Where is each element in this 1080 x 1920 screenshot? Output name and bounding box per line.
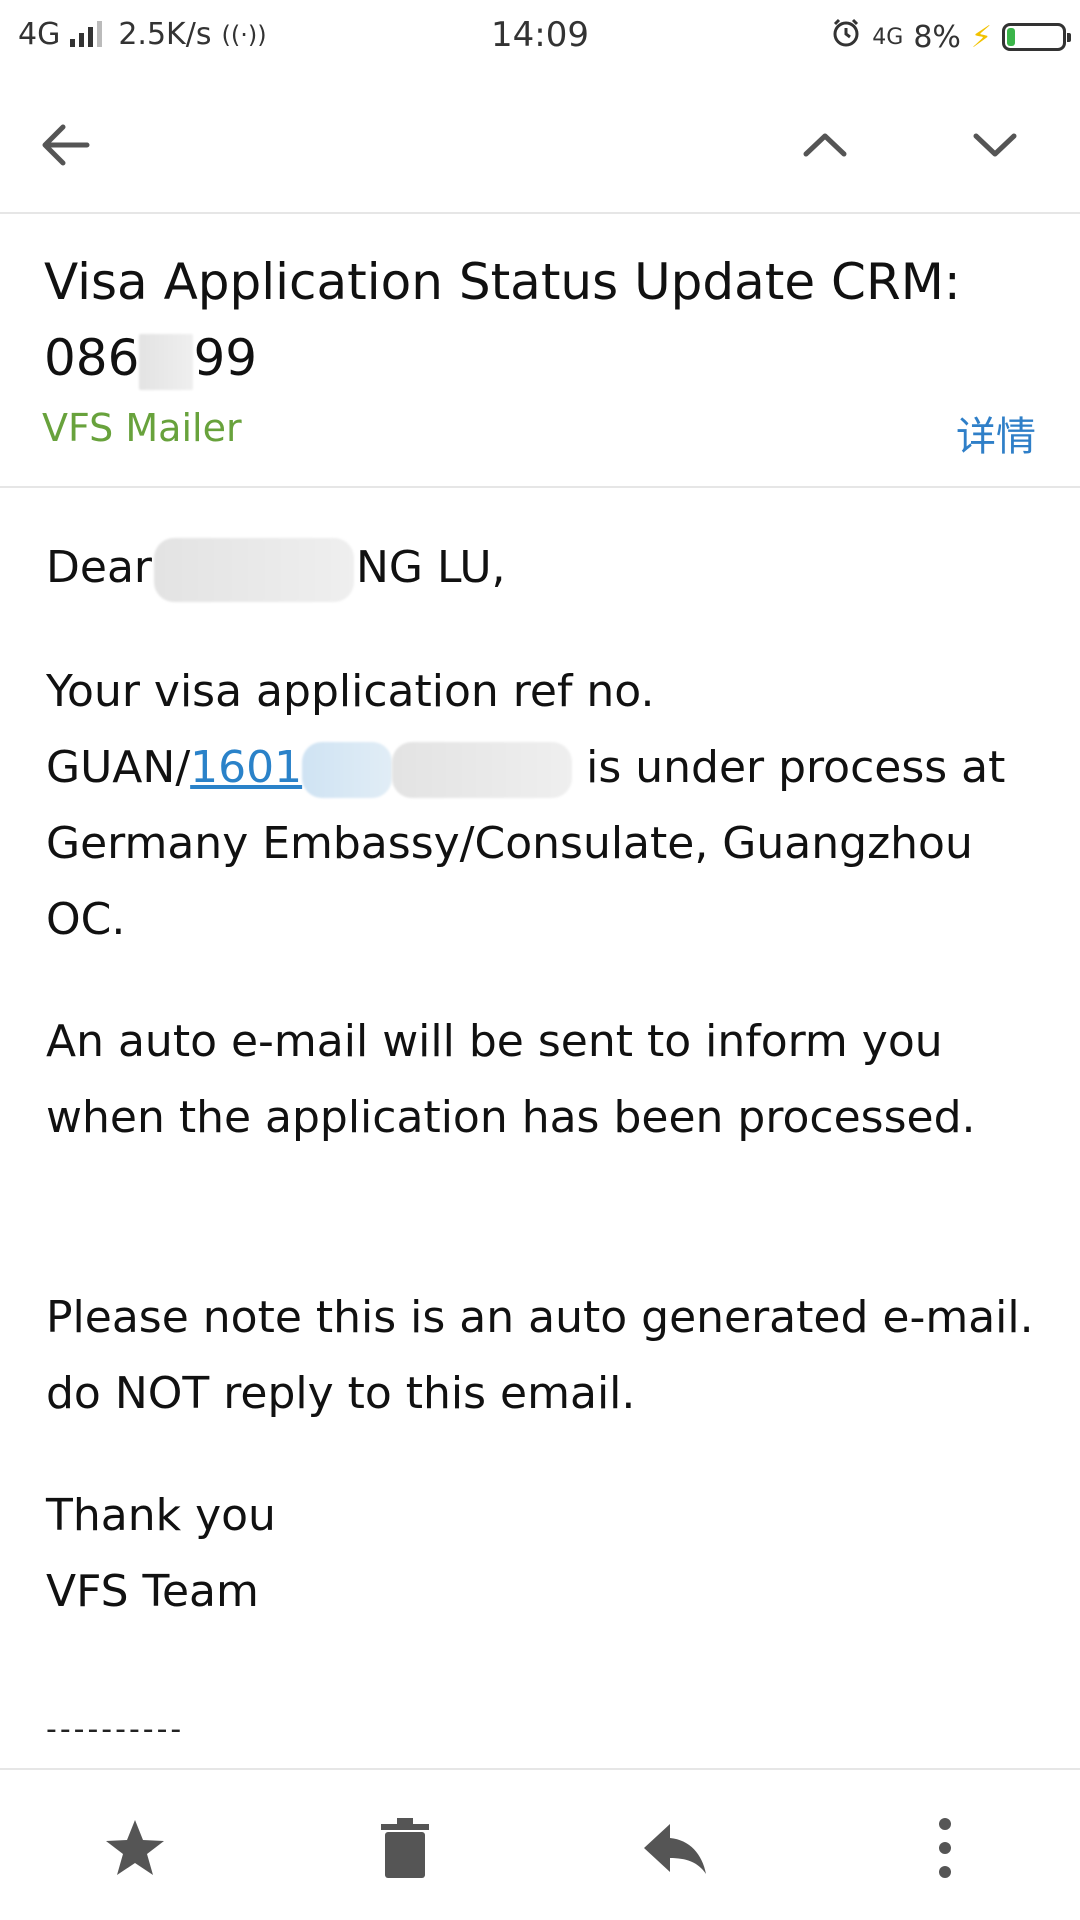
reply-icon [644,1824,706,1874]
signature: Thank you VFS Team [46,1478,1046,1630]
email-header: Visa Application Status Update CRM: 086 9… [0,216,1080,488]
redacted-block [139,333,194,390]
battery-percent: 8% [913,19,961,55]
charging-icon: ⚡ [970,19,992,55]
auto-email-paragraph: An auto e-mail will be sent to inform yo… [46,1004,1046,1156]
network-type-right: 4G [872,24,904,50]
subject-number-end: 99 [193,329,258,387]
subject-line-1: Visa Application Status Update CRM: [44,253,961,311]
chevron-down-icon [973,133,1017,157]
reply-button[interactable] [635,1808,715,1888]
next-email-button[interactable] [960,110,1030,180]
auto-line-1: An auto e-mail will be sent to inform yo… [46,1016,943,1067]
arrow-left-icon [42,124,90,166]
bottom-action-bar [0,1768,1080,1920]
chevron-up-icon [803,133,847,157]
greeting-text: Dear [46,542,153,593]
ref-line-3: Germany Embassy/Consulate, Guangzhou [46,818,973,869]
battery-fill [1007,28,1016,46]
sender-name[interactable]: VFS Mailer [42,406,242,450]
email-toolbar [0,80,1080,214]
subject-number-start: 086 [44,329,140,387]
battery-icon [1002,23,1071,51]
delete-button[interactable] [365,1808,445,1888]
ref-line-4: OC. [46,894,126,945]
trash-icon [381,1818,429,1878]
thanks-text: Thank you [46,1490,276,1541]
auto-line-2: when the application has been processed. [46,1092,976,1143]
status-bar: 4G 2.5K/s ((·)) 14:09 4G 8% ⚡ [0,0,1080,70]
email-body: Dear NG LU, Your visa application ref no.… [46,530,1046,1630]
separator: ---------- [46,1712,185,1747]
email-subject: Visa Application Status Update CRM: 086 9… [44,244,1024,396]
ref-rest: is under process at [572,742,1006,793]
alarm-icon [830,17,862,57]
greeting-name-end: NG LU, [356,542,506,593]
clock: 14:09 [491,15,589,55]
ref-line-1: Your visa application ref no. [46,666,655,717]
previous-email-button[interactable] [790,110,860,180]
redacted-ref-2 [392,742,573,798]
greeting: Dear NG LU, [46,530,1046,606]
team-text: VFS Team [46,1566,259,1617]
redacted-name [154,538,355,602]
more-options-button[interactable] [905,1808,985,1888]
ref-number-link[interactable]: 1601 [190,742,302,793]
redacted-ref [302,742,393,798]
star-button[interactable] [95,1808,175,1888]
note-paragraph: Please note this is an auto generated e-… [46,1280,1046,1432]
details-link[interactable]: 详情 [956,404,1036,462]
star-icon [106,1820,164,1875]
note-line-2: do NOT reply to this email. [46,1368,636,1419]
reference-paragraph: Your visa application ref no. GUAN/1601 … [46,654,1046,958]
ref-prefix: GUAN/ [46,742,191,793]
back-button[interactable] [30,110,100,180]
note-line-1: Please note this is an auto generated e-… [46,1292,1034,1343]
more-vertical-icon [939,1818,951,1878]
